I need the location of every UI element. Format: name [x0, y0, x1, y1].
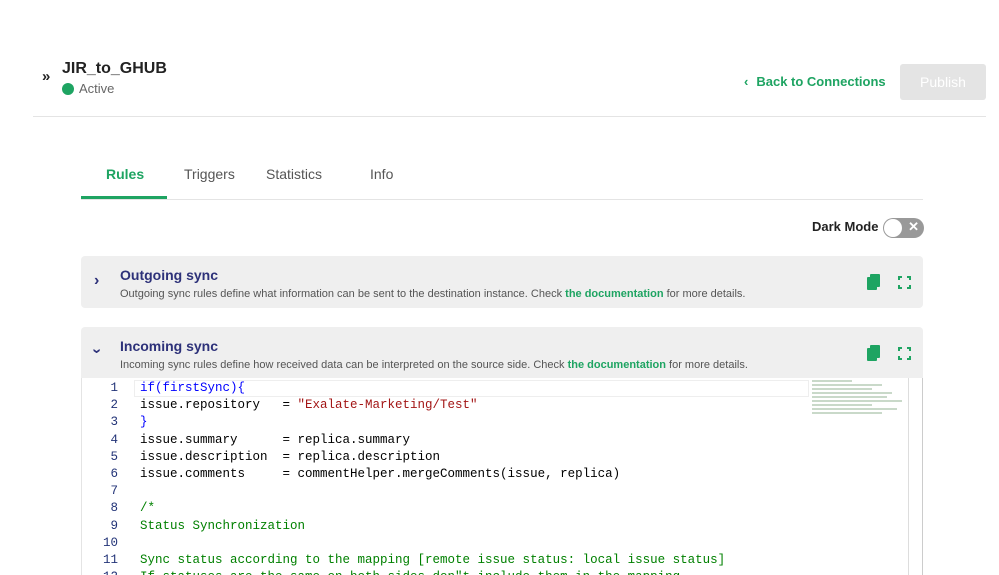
incoming-sync-panel: › Incoming sync Incoming sync rules defi…	[81, 327, 923, 379]
fullscreen-icon[interactable]	[897, 346, 912, 361]
line-number: 12	[82, 570, 118, 575]
active-tab-indicator	[81, 196, 167, 199]
copy-icon[interactable]	[867, 274, 880, 290]
documentation-link[interactable]: the documentation	[568, 359, 666, 371]
dark-mode-toggle[interactable]: ✕	[883, 218, 924, 238]
chevron-left-icon: ‹	[744, 74, 749, 89]
desc-text: for more details.	[665, 359, 748, 371]
tab-statistics[interactable]: Statistics	[266, 166, 322, 182]
desc-text: Outgoing sync rules define what informat…	[120, 288, 566, 300]
code-line: if(firstSync){	[140, 381, 246, 395]
code-line: }	[140, 415, 148, 430]
documentation-link[interactable]: the documentation	[565, 288, 663, 300]
tab-triggers[interactable]: Triggers	[184, 166, 235, 182]
code-line: Status Synchronization	[140, 518, 306, 533]
desc-text: Incoming sync rules define how received …	[120, 359, 568, 371]
back-to-connections-link[interactable]: ‹ Back to Connections	[744, 74, 886, 89]
code-line: /*	[140, 501, 156, 516]
copy-icon[interactable]	[867, 345, 880, 361]
fullscreen-icon[interactable]	[897, 275, 912, 290]
string-literal: "Exalate-Marketing/Test"	[297, 398, 478, 413]
line-number: 1	[110, 381, 118, 395]
expand-sidebar-icon[interactable]: »	[42, 68, 50, 85]
publish-button[interactable]: Publish	[900, 64, 986, 100]
line-number: 8	[110, 501, 118, 516]
incoming-sync-description: Incoming sync rules define how received …	[120, 359, 748, 371]
line-number: 2	[110, 398, 118, 413]
code-line: issue.summary = replica.summary	[140, 432, 411, 447]
tab-info[interactable]: Info	[370, 166, 393, 182]
code-line: issue.comments = commentHelper.mergeComm…	[140, 467, 621, 481]
incoming-sync-title[interactable]: Incoming sync	[120, 338, 218, 354]
close-icon: ✕	[908, 219, 919, 234]
line-number: 5	[110, 449, 118, 464]
line-number: 6	[110, 467, 118, 481]
outgoing-sync-panel: › Outgoing sync Outgoing sync rules defi…	[81, 256, 923, 308]
connection-header: » JIR_to_GHUB Active ‹ Back to Connection…	[33, 56, 986, 117]
outgoing-sync-title[interactable]: Outgoing sync	[120, 267, 218, 283]
code-line: Sync status according to the mapping [re…	[140, 553, 726, 567]
tab-rules[interactable]: Rules	[106, 166, 144, 182]
chevron-right-icon[interactable]: ›	[94, 272, 99, 290]
toggle-knob	[884, 219, 902, 237]
tab-bar: Rules Triggers Statistics Info	[81, 155, 923, 200]
line-number: 3	[110, 415, 118, 430]
code-line: If statuses are the same on both sides d…	[140, 570, 680, 575]
line-number: 11	[102, 553, 118, 567]
dark-mode-label: Dark Mode	[812, 219, 879, 234]
back-label: Back to Connections	[756, 74, 886, 89]
connection-title: JIR_to_GHUB	[62, 60, 167, 77]
chevron-down-icon[interactable]: ›	[88, 348, 106, 353]
status-label: Active	[79, 81, 115, 96]
line-number: 10	[102, 535, 118, 550]
line-number: 7	[110, 484, 118, 499]
desc-text: for more details.	[663, 288, 746, 300]
code-line: issue.repository = "Exalate-Marketing/Te…	[140, 398, 478, 413]
status-dot-icon	[62, 82, 74, 95]
outgoing-sync-description: Outgoing sync rules define what informat…	[120, 288, 745, 300]
line-number: 4	[110, 432, 118, 447]
code-minimap[interactable]	[812, 378, 912, 438]
status-badge: Active	[62, 81, 114, 96]
editor-scrollbar[interactable]	[908, 378, 922, 575]
code-editor[interactable]: 1 if(firstSync){ 2 issue.repository = "Exal…	[81, 378, 923, 575]
code-line: issue.description = replica.description	[140, 449, 441, 464]
line-number: 9	[110, 518, 118, 533]
